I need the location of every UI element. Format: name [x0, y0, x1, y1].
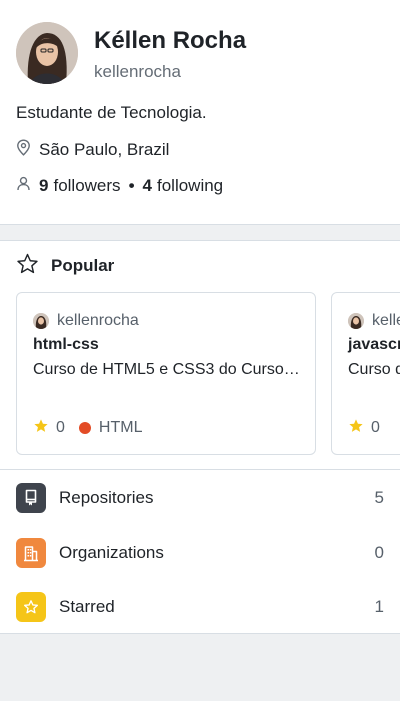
star-filled-icon — [33, 418, 49, 439]
repo-stars: 0 — [371, 419, 380, 436]
star-icon — [16, 592, 46, 622]
avatar[interactable] — [16, 22, 78, 84]
followers-count[interactable]: 9 — [39, 176, 48, 196]
repo-description: Curso de JavaScript — [348, 361, 400, 378]
menu-count: 0 — [374, 543, 384, 562]
organization-icon — [16, 538, 46, 568]
repo-icon — [16, 483, 46, 513]
profile-login: kellenrocha — [94, 62, 181, 81]
repo-stars: 0 — [56, 419, 65, 436]
repo-owner: kellenrocha — [372, 312, 400, 329]
menu-count: 1 — [374, 597, 384, 616]
repo-card[interactable]: kellenrocha javascript Curso de JavaScri… — [331, 292, 400, 455]
repo-card[interactable]: kellenrocha html-css Curso de HTML5 e CS… — [16, 292, 316, 455]
repo-owner-row: kellenrocha — [33, 311, 139, 331]
menu-count: 5 — [374, 488, 384, 507]
menu-label: Repositories — [59, 488, 154, 507]
repo-meta: 0 HTML — [33, 418, 142, 438]
profile-header: Kéllen Rocha kellenrocha Estudante de Te… — [0, 0, 400, 225]
menu-item-organizations[interactable]: Organizations 0 — [0, 528, 400, 578]
owner-avatar — [33, 313, 49, 329]
repo-owner-row: kellenrocha — [348, 311, 400, 331]
popular-title: Popular — [51, 256, 115, 275]
menu-label: Starred — [59, 597, 115, 616]
person-icon — [16, 176, 31, 196]
repo-meta: 0 — [348, 418, 380, 438]
repo-name: html-css — [33, 336, 99, 353]
star-outline-icon — [16, 253, 39, 280]
star-filled-icon — [348, 418, 364, 439]
location-text: São Paulo, Brazil — [39, 140, 170, 159]
following-label[interactable]: following — [157, 176, 223, 196]
location-row: São Paulo, Brazil — [16, 139, 169, 161]
profile-name: Kéllen Rocha — [94, 27, 247, 54]
popular-section: Popular kellenrocha html-css Curso de HT… — [0, 240, 400, 470]
repo-name: javascript — [348, 336, 400, 353]
language-color-dot — [78, 422, 91, 434]
location-pin-icon — [16, 139, 31, 161]
menu-item-starred[interactable]: Starred 1 — [0, 582, 400, 632]
following-count[interactable]: 4 — [143, 176, 152, 196]
profile-bio: Estudante de Tecnologia. — [16, 103, 207, 122]
repo-owner: kellenrocha — [57, 312, 139, 329]
follow-row[interactable]: 9 followers • 4 following — [16, 175, 223, 197]
repo-description: Curso de HTML5 e CSS3 do Curso em Vídeo — [33, 361, 301, 378]
repo-language: HTML — [98, 419, 143, 436]
followers-label[interactable]: followers — [53, 176, 120, 196]
popular-header: Popular — [16, 253, 114, 279]
menu-label: Organizations — [59, 543, 164, 562]
follow-separator: • — [128, 176, 135, 195]
profile-menu: Repositories 5 Organizations 0 Starred 1 — [0, 470, 400, 634]
owner-avatar — [348, 313, 364, 329]
menu-item-repositories[interactable]: Repositories 5 — [0, 473, 400, 523]
